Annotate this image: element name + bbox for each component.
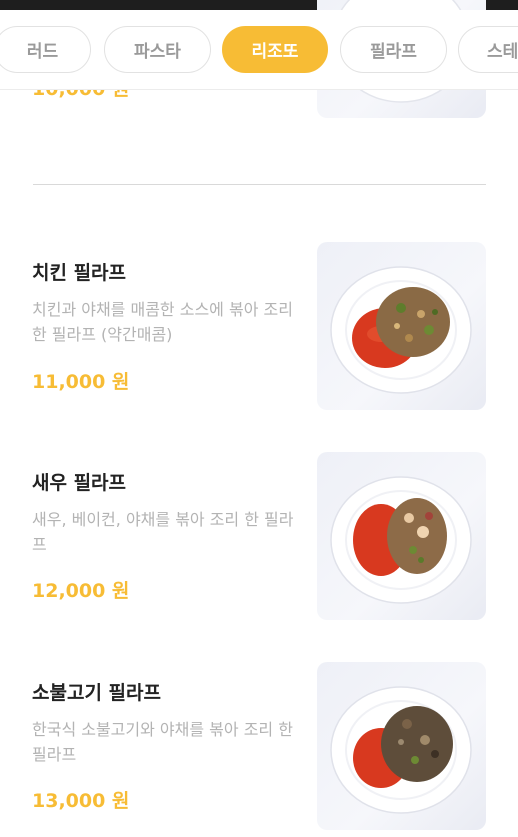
tab-pasta[interactable]: 파스타	[104, 26, 211, 73]
tab-risotto[interactable]: 리조또	[222, 26, 328, 73]
menu-item-description: 새우, 베이컨, 야채를 볶아 조리 한 필라프	[32, 510, 294, 554]
tab-steak[interactable]: 스테	[458, 26, 518, 73]
bulgogi-pilaf-photo[interactable]	[317, 662, 486, 830]
category-tab-bar: 러드 파스타 리조또 필라프 스테	[0, 10, 518, 90]
menu-item-price: 11,000 원	[32, 371, 130, 393]
shrimp-pilaf-photo[interactable]	[317, 452, 486, 620]
section-divider	[33, 184, 486, 185]
menu-item-price: 12,000 원	[32, 580, 130, 602]
menu-list: 10,000 원 치킨 필라프 치킨과 야채를 매콤한 소스에 볶아 조리 한 …	[0, 0, 518, 837]
menu-item-name[interactable]: 소불고기 필라프	[32, 678, 161, 705]
tab-salad[interactable]: 러드	[0, 26, 91, 73]
menu-item-price: 13,000 원	[32, 790, 130, 812]
tab-pilaf[interactable]: 필라프	[340, 26, 447, 73]
menu-item-name[interactable]: 새우 필라프	[32, 468, 126, 495]
menu-item-description: 치킨과 야채를 매콤한 소스에 볶아 조리 한 필라프 (약간매콤)	[32, 300, 293, 344]
chicken-pilaf-photo[interactable]	[317, 242, 486, 410]
menu-item-name[interactable]: 치킨 필라프	[32, 258, 126, 285]
menu-item-description: 한국식 소불고기와 야채를 볶아 조리 한 필라프	[32, 720, 293, 764]
